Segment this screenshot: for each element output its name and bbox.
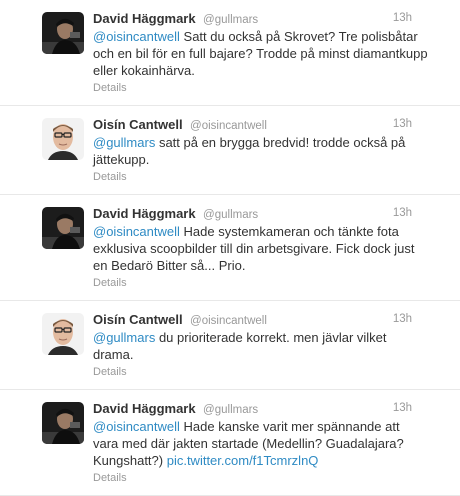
details-link[interactable]: Details [93, 471, 448, 485]
author-handle[interactable]: @oisincantwell [190, 315, 267, 327]
details-link[interactable]: Details [93, 276, 448, 290]
tweet-text: @oisincantwell Hade systemkameran och tä… [93, 223, 448, 274]
author-handle[interactable]: @gullmars [203, 14, 258, 26]
profile-photo-light-icon [42, 118, 84, 160]
mention-link[interactable]: @oisincantwell [93, 29, 180, 44]
author-name[interactable]: Oisín Cantwell [93, 117, 183, 132]
author-handle[interactable]: @gullmars [203, 404, 258, 416]
details-link[interactable]: Details [93, 365, 448, 379]
tweet-item[interactable]: David Häggmark @gullmars 13h @oisincantw… [0, 195, 460, 301]
author-handle[interactable]: @oisincantwell [190, 120, 267, 132]
avatar[interactable] [42, 313, 84, 355]
tweet-text: @oisincantwell Hade kanske varit mer spä… [93, 418, 448, 469]
tweet-text: @oisincantwell Satt du också på Skrovet?… [93, 28, 448, 79]
author-name[interactable]: Oisín Cantwell [93, 312, 183, 327]
details-link[interactable]: Details [93, 170, 448, 184]
author-name[interactable]: David Häggmark [93, 401, 196, 416]
tweet-timeline: David Häggmark @gullmars 13h @oisincantw… [0, 0, 460, 496]
author-handle[interactable]: @gullmars [203, 209, 258, 221]
avatar[interactable] [42, 118, 84, 160]
tweet-timestamp[interactable]: 13h [393, 205, 412, 222]
profile-photo-dark-icon [42, 207, 84, 249]
photo-link[interactable]: pic.twitter.com/f1TcmrzlnQ [167, 453, 319, 468]
avatar[interactable] [42, 402, 84, 444]
author-name[interactable]: David Häggmark [93, 11, 196, 26]
avatar[interactable] [42, 207, 84, 249]
tweet-timestamp[interactable]: 13h [393, 116, 412, 133]
tweet-item[interactable]: Oisín Cantwell @oisincantwell 13h @gullm… [0, 106, 460, 195]
details-link[interactable]: Details [93, 81, 448, 95]
avatar[interactable] [42, 12, 84, 54]
profile-photo-dark-icon [42, 402, 84, 444]
tweet-text: @gullmars satt på en brygga bredvid! tro… [93, 134, 448, 168]
author-name[interactable]: David Häggmark [93, 206, 196, 221]
tweet-item[interactable]: David Häggmark @gullmars 13h @oisincantw… [0, 0, 460, 106]
mention-link[interactable]: @gullmars [93, 135, 155, 150]
tweet-item[interactable]: Oisín Cantwell @oisincantwell 13h @gullm… [0, 301, 460, 390]
tweet-timestamp[interactable]: 13h [393, 400, 412, 417]
tweet-item[interactable]: David Häggmark @gullmars 13h @oisincantw… [0, 390, 460, 496]
tweet-text: @gullmars du prioriterade korrekt. men j… [93, 329, 448, 363]
mention-link[interactable]: @gullmars [93, 330, 155, 345]
tweet-timestamp[interactable]: 13h [393, 10, 412, 27]
mention-link[interactable]: @oisincantwell [93, 224, 180, 239]
profile-photo-dark-icon [42, 12, 84, 54]
profile-photo-light-icon [42, 313, 84, 355]
tweet-timestamp[interactable]: 13h [393, 311, 412, 328]
